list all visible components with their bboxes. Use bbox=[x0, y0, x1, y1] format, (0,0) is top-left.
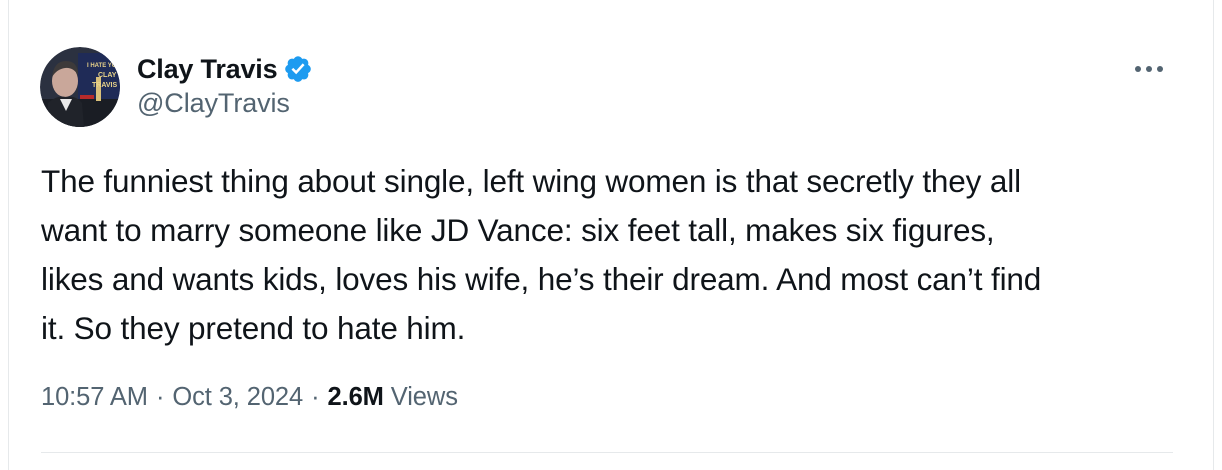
tweet-time[interactable]: 10:57 AM bbox=[41, 383, 148, 411]
meta-separator: · bbox=[311, 383, 320, 411]
svg-text:CLAY: CLAY bbox=[98, 72, 117, 79]
tweet-meta: 10:57 AM · Oct 3, 2024 · 2.6M Views bbox=[41, 383, 458, 412]
tweet-text-line: The funniest thing about single, left wi… bbox=[41, 163, 1021, 199]
handle[interactable]: @ClayTravis bbox=[137, 88, 313, 119]
tweet-card: I HATE YO CLAY TRAVIS Clay Travis @ClayT… bbox=[8, 0, 1214, 470]
tweet-date[interactable]: Oct 3, 2024 bbox=[172, 383, 303, 411]
meta-separator: · bbox=[155, 383, 165, 411]
tweet-text-line: want to marry someone like JD Vance: six… bbox=[41, 212, 995, 248]
name-row: Clay Travis bbox=[137, 51, 313, 87]
views-label: Views bbox=[390, 383, 458, 411]
more-options-button[interactable] bbox=[1131, 55, 1167, 83]
views-count: 2.6M bbox=[327, 383, 384, 411]
author-block: Clay Travis @ClayTravis bbox=[137, 51, 313, 119]
avatar[interactable]: I HATE YO CLAY TRAVIS bbox=[40, 47, 120, 127]
svg-text:I HATE YO: I HATE YO bbox=[87, 63, 117, 69]
avatar-image: I HATE YO CLAY TRAVIS bbox=[40, 47, 120, 127]
display-name[interactable]: Clay Travis bbox=[137, 54, 278, 85]
verified-badge-icon[interactable] bbox=[283, 54, 313, 84]
tweet-text-line: it. So they pretend to hate him. bbox=[41, 310, 466, 346]
ellipsis-icon bbox=[1135, 66, 1163, 72]
divider bbox=[41, 452, 1173, 453]
tweet-text: The funniest thing about single, left wi… bbox=[41, 157, 1191, 353]
svg-text:TRAVIS: TRAVIS bbox=[92, 82, 117, 89]
tweet-text-line: likes and wants kids, loves his wife, he… bbox=[41, 261, 1042, 297]
